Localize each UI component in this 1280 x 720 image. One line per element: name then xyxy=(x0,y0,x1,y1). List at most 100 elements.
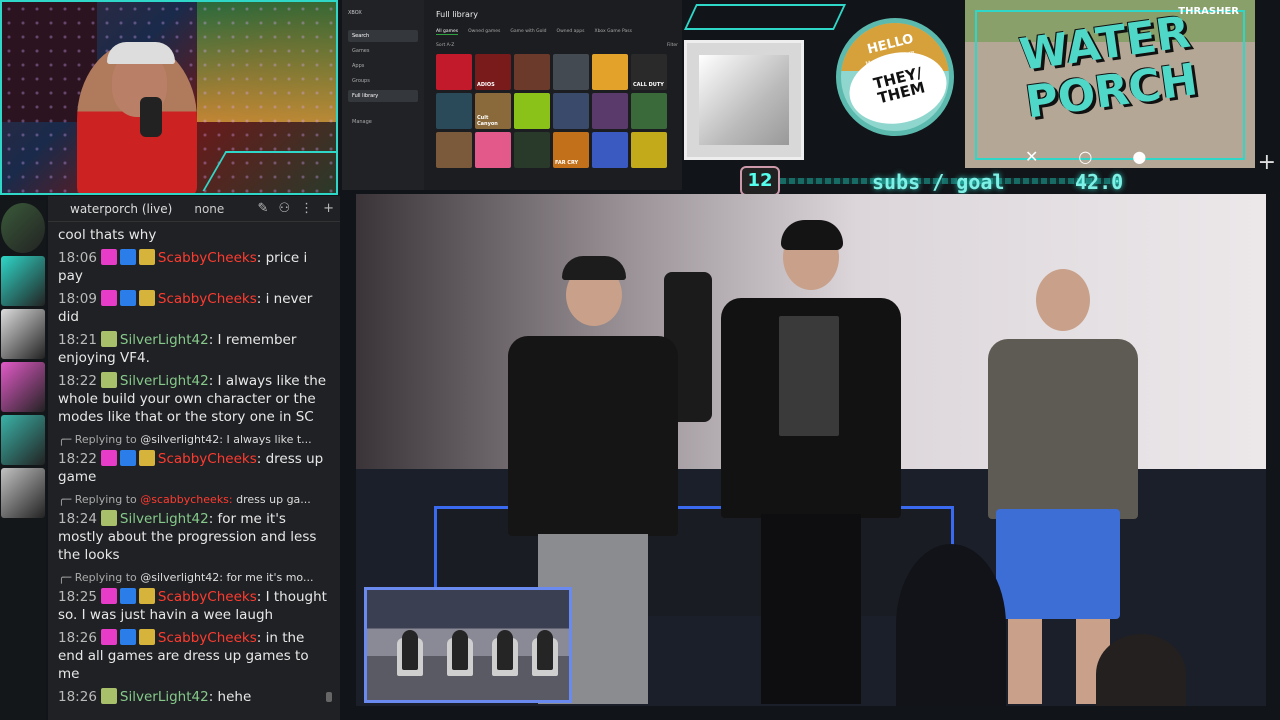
chat-timestamp: 18:26 xyxy=(58,630,97,646)
wand-badge-icon[interactable] xyxy=(119,249,136,265)
pencil-icon[interactable]: ✎ xyxy=(258,201,269,216)
presenter-center-tshirt xyxy=(779,316,839,436)
chat-username[interactable]: SilverLight42 xyxy=(120,511,209,527)
chat-message: 18:25 ScabbyCheeks: I thought so. I was j… xyxy=(58,588,327,623)
vip-badge-icon[interactable] xyxy=(100,510,117,526)
presenter-right-shorts xyxy=(996,509,1120,619)
xbox-game-tile[interactable] xyxy=(592,54,628,90)
vip-badge-icon[interactable] xyxy=(100,688,117,704)
xbox-game-tile[interactable] xyxy=(514,132,550,168)
chat-message-text: cool thats why xyxy=(58,227,157,243)
chat-username[interactable]: ScabbyCheeks xyxy=(158,451,257,467)
gift-badge-icon[interactable] xyxy=(138,629,155,645)
chat-username[interactable]: ScabbyCheeks xyxy=(158,291,257,307)
emote-icon xyxy=(1,309,45,359)
xbox-game-tile[interactable] xyxy=(553,93,589,129)
xbox-nav-groups[interactable]: Groups xyxy=(348,75,418,87)
subs-count: 12 xyxy=(740,166,780,196)
gift-badge-icon[interactable] xyxy=(138,450,155,466)
users-icon[interactable]: ⚇ xyxy=(278,201,290,216)
xbox-filter[interactable]: Filter xyxy=(667,43,678,48)
vip-badge-icon[interactable] xyxy=(100,372,117,388)
chat-mode[interactable]: none xyxy=(194,202,224,216)
xbox-tab-owned[interactable]: Owned games xyxy=(468,29,500,35)
presenter-left-cap xyxy=(562,256,626,280)
xbox-game-tile[interactable] xyxy=(436,54,472,90)
chat-header-icons: ✎ ⚇ ⋮ + xyxy=(258,201,334,216)
xbox-tabs: All games Owned games Game with Gold Own… xyxy=(436,29,678,35)
vip-badge-icon[interactable] xyxy=(100,331,117,347)
xbox-game-tile[interactable] xyxy=(592,132,628,168)
xbox-game-tile[interactable] xyxy=(514,93,550,129)
chat-timestamp: 18:06 xyxy=(58,250,97,266)
chat-reply-context[interactable]: ╭─ Replying to @scabbycheeks: dress up g… xyxy=(58,491,330,509)
chat-message: 18:21 SilverLight42: I remember enjoying … xyxy=(58,331,297,366)
subscriber-badge-icon[interactable] xyxy=(100,450,117,466)
wand-badge-icon[interactable] xyxy=(119,588,136,604)
xbox-game-tile[interactable]: Cult Canyon xyxy=(475,93,511,129)
wand-badge-icon[interactable] xyxy=(119,290,136,306)
xbox-sort[interactable]: Sort A-Z xyxy=(436,43,454,48)
chat-scroll-thumb[interactable] xyxy=(326,692,332,702)
xbox-game-tile[interactable]: CALL DUTY xyxy=(631,54,667,90)
presenter-center-hair xyxy=(781,220,843,250)
xbox-game-tile[interactable] xyxy=(436,93,472,129)
xbox-game-grid: ADIOS CALL DUTY Cult Canyon FAR CRY xyxy=(436,54,678,168)
more-icon[interactable]: ⋮ xyxy=(300,201,313,216)
gift-badge-icon[interactable] xyxy=(138,290,155,306)
webcam-feed xyxy=(0,0,338,195)
wand-badge-icon[interactable] xyxy=(119,629,136,645)
chat-username[interactable]: SilverLight42 xyxy=(120,689,209,705)
xbox-nav-games[interactable]: Games xyxy=(348,45,418,57)
chat-username[interactable]: ScabbyCheeks xyxy=(158,589,257,605)
chat-message: cool thats why xyxy=(58,226,330,244)
chat-reply-context[interactable]: ╭─ Replying to @silverlight42: I always … xyxy=(58,431,330,449)
logo-camera: WATER PORCH THRASHER ✕ ○ ● xyxy=(965,0,1255,168)
album-art xyxy=(684,40,804,160)
subscriber-badge-icon[interactable] xyxy=(100,629,117,645)
chat-message: 18:26 SilverLight42: hehe xyxy=(58,688,252,705)
xbox-game-tile[interactable]: FAR CRY xyxy=(553,132,589,168)
chat-scrollbar[interactable] xyxy=(326,222,332,702)
xbox-game-tile[interactable] xyxy=(553,54,589,90)
gift-badge-icon[interactable] xyxy=(138,588,155,604)
xbox-tab-gamepass[interactable]: Xbox Game Pass xyxy=(594,29,631,35)
xbox-game-tile[interactable] xyxy=(436,132,472,168)
chat-username[interactable]: ScabbyCheeks xyxy=(158,250,257,266)
xbox-game-tile[interactable] xyxy=(592,93,628,129)
xbox-brand: XBOX xyxy=(348,10,362,16)
reply-mention: @silverlight42: xyxy=(140,571,223,584)
gift-badge-icon[interactable] xyxy=(138,249,155,265)
xbox-nav-apps[interactable]: Apps xyxy=(348,60,418,72)
xbox-tab-all[interactable]: All games xyxy=(436,29,459,35)
chat-timestamp: 18:22 xyxy=(58,451,97,467)
chat-username[interactable]: SilverLight42 xyxy=(120,373,209,389)
chat-username[interactable]: SilverLight42 xyxy=(120,332,209,348)
chat-reply-context[interactable]: ╭─ Replying to @silverlight42: for me it… xyxy=(58,569,330,587)
subscriber-badge-icon[interactable] xyxy=(100,249,117,265)
xbox-game-tile[interactable] xyxy=(631,132,667,168)
presenter-right-leg xyxy=(1008,619,1042,704)
subs-goal-value: 42.0 xyxy=(1075,170,1124,194)
xbox-game-tile[interactable] xyxy=(475,132,511,168)
xbox-tab-gold[interactable]: Game with Gold xyxy=(510,29,546,35)
chat-username[interactable]: ScabbyCheeks xyxy=(158,630,257,646)
subs-goal: 12 subs / goal 42.0 xyxy=(740,166,1160,196)
mic-icon: ● xyxy=(1132,147,1147,166)
search-icon: ○ xyxy=(1078,147,1093,166)
presenter-right-head xyxy=(1036,269,1090,331)
xbox-game-tile[interactable]: ADIOS xyxy=(475,54,511,90)
xbox-tab-apps[interactable]: Owned apps xyxy=(557,29,585,35)
wand-badge-icon[interactable] xyxy=(119,450,136,466)
subscriber-badge-icon[interactable] xyxy=(100,290,117,306)
reply-snippet: dress up ga... xyxy=(236,493,311,506)
subs-goal-label: subs / goal xyxy=(872,170,1005,194)
subscriber-badge-icon[interactable] xyxy=(100,588,117,604)
xbox-nav-full-library[interactable]: Full library xyxy=(348,90,418,102)
xbox-search[interactable]: Search xyxy=(348,30,418,42)
chat-header: waterporch (live) none ✎ ⚇ ⋮ + xyxy=(48,196,340,222)
add-icon[interactable]: + xyxy=(323,201,334,216)
xbox-game-tile[interactable] xyxy=(514,54,550,90)
xbox-game-tile[interactable] xyxy=(631,93,667,129)
xbox-manage[interactable]: Manage xyxy=(348,116,418,128)
